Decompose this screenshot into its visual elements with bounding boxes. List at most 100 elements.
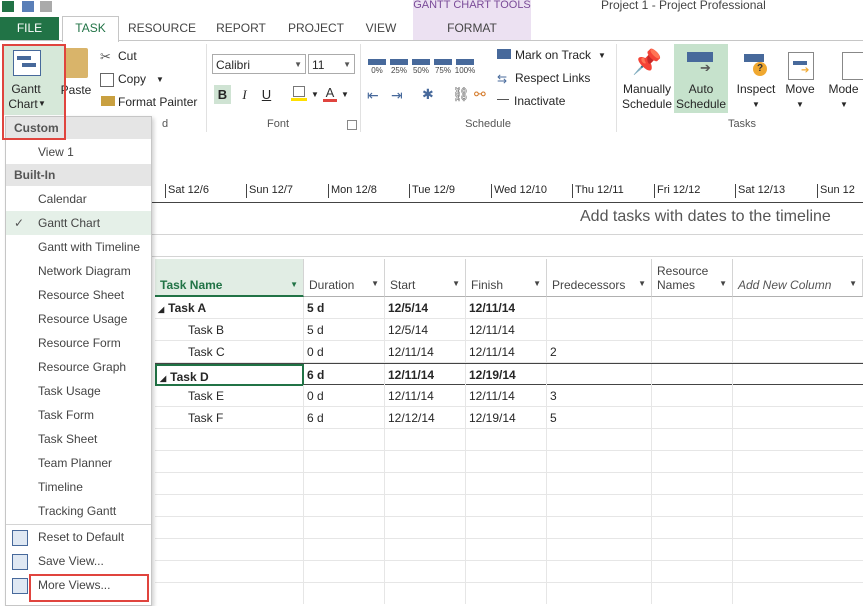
cut-button[interactable]: Cut	[118, 49, 137, 63]
table-row[interactable]: Task E 0 d 12/11/14 12/11/14 3	[155, 385, 863, 407]
column-header-start[interactable]: Start ▼	[385, 259, 466, 297]
underline-button[interactable]: U	[258, 85, 275, 104]
predecessors-cell[interactable]: 3	[547, 385, 652, 407]
bold-button[interactable]: B	[214, 85, 231, 104]
duration-cell[interactable]: 5 d	[304, 319, 385, 341]
resource-cell[interactable]	[652, 319, 733, 341]
menu-item-network-diagram[interactable]: Network Diagram	[6, 259, 151, 283]
predecessors-cell[interactable]	[547, 297, 652, 319]
save-icon[interactable]	[22, 1, 34, 12]
resource-cell[interactable]	[652, 407, 733, 429]
table-row[interactable]: Task B 5 d 12/5/14 12/11/14	[155, 319, 863, 341]
predecessors-cell[interactable]: 5	[547, 407, 652, 429]
resource-cell[interactable]	[652, 385, 733, 407]
task-name-cell[interactable]: Task E	[155, 385, 304, 407]
chevron-down-icon[interactable]: ▼	[719, 279, 727, 288]
highlight-color-icon[interactable]	[291, 86, 307, 101]
menu-item-task-usage[interactable]: Task Usage	[6, 379, 151, 403]
move-button[interactable]: Move	[782, 82, 818, 97]
italic-button[interactable]: I	[236, 85, 253, 104]
task-name-cell-selected[interactable]: ◢ Task D	[155, 364, 304, 386]
chevron-down-icon[interactable]: ▼	[752, 100, 760, 109]
duration-cell[interactable]: 0 d	[304, 385, 385, 407]
chevron-down-icon[interactable]: ▼	[311, 90, 319, 99]
tab-resource[interactable]: RESOURCE	[124, 17, 200, 40]
menu-item-timeline[interactable]: Timeline	[6, 475, 151, 499]
column-header-predecessors[interactable]: Predecessors ▼	[547, 259, 652, 297]
dialog-launcher-icon[interactable]	[347, 120, 357, 130]
tab-format[interactable]: FORMAT	[413, 17, 531, 40]
menu-item-calendar[interactable]: Calendar	[6, 187, 151, 211]
twentyfive-percent-button[interactable]: 25%	[388, 57, 410, 75]
menu-item-resource-graph[interactable]: Resource Graph	[6, 355, 151, 379]
predecessors-cell[interactable]: 2	[547, 341, 652, 363]
collapse-triangle-icon[interactable]: ◢	[160, 374, 166, 383]
task-name-cell[interactable]: Task F	[155, 407, 304, 429]
zero-percent-button[interactable]: 0%	[366, 57, 388, 75]
task-name-cell[interactable]: Task B	[155, 319, 304, 341]
chevron-down-icon[interactable]: ▼	[452, 279, 460, 288]
duration-cell[interactable]: 6 d	[304, 407, 385, 429]
tab-view[interactable]: VIEW	[358, 17, 404, 40]
task-name-cell[interactable]: Task C	[155, 341, 304, 363]
menu-item-reset-to-default[interactable]: Reset to Default	[6, 525, 151, 549]
duration-cell[interactable]: 0 d	[304, 341, 385, 363]
tab-task[interactable]: TASK	[62, 16, 119, 42]
column-header-duration[interactable]: Duration ▼	[304, 259, 385, 297]
finish-cell[interactable]: 12/11/14	[466, 341, 547, 363]
chevron-down-icon[interactable]: ▼	[371, 279, 379, 288]
resource-cell[interactable]	[652, 341, 733, 363]
menu-item-task-sheet[interactable]: Task Sheet	[6, 427, 151, 451]
tab-project[interactable]: PROJECT	[281, 17, 351, 40]
chevron-down-icon[interactable]: ▼	[840, 100, 848, 109]
finish-cell[interactable]: 12/11/14	[466, 385, 547, 407]
finish-cell[interactable]: 12/19/14	[466, 364, 547, 386]
menu-item-resource-sheet[interactable]: Resource Sheet	[6, 283, 151, 307]
menu-item-save-view[interactable]: Save View...	[6, 549, 151, 573]
menu-item-resource-usage[interactable]: Resource Usage	[6, 307, 151, 331]
font-family-select[interactable]: Calibri ▼	[212, 54, 306, 74]
indent-icon[interactable]: ⇥	[391, 87, 403, 104]
auto-schedule-button[interactable]: ➔ Auto Schedule	[674, 44, 728, 113]
copy-button[interactable]: Copy	[118, 72, 146, 86]
unlink-icon[interactable]: ⚯	[474, 86, 486, 103]
resource-cell[interactable]	[652, 364, 733, 386]
undo-icon[interactable]	[40, 1, 52, 12]
menu-item-tracking-gantt[interactable]: Tracking Gantt	[6, 499, 151, 523]
start-cell[interactable]: 12/12/14	[385, 407, 466, 429]
mode-button[interactable]: Mode	[824, 82, 863, 97]
tab-file[interactable]: FILE	[0, 17, 59, 40]
menu-item-team-planner[interactable]: Team Planner	[6, 451, 151, 475]
duration-cell[interactable]: 6 d	[304, 364, 385, 386]
finish-cell[interactable]: 12/19/14	[466, 407, 547, 429]
table-row-selected[interactable]: ◢ Task D 6 d 12/11/14 12/19/14	[155, 363, 863, 386]
inactivate-button[interactable]: Inactivate	[514, 94, 565, 108]
resource-cell[interactable]	[652, 297, 733, 319]
manually-schedule-button[interactable]: Manually Schedule	[620, 82, 674, 112]
font-color-icon[interactable]: A	[323, 85, 337, 100]
column-header-resource-names[interactable]: Resource Names ▼	[652, 259, 733, 297]
start-cell[interactable]: 12/5/14	[385, 297, 466, 319]
inspect-button[interactable]: Inspect	[736, 82, 776, 97]
predecessors-cell[interactable]	[547, 319, 652, 341]
predecessors-cell[interactable]	[547, 364, 652, 386]
empty-rows[interactable]	[155, 429, 863, 604]
chevron-down-icon[interactable]: ▼	[598, 51, 606, 60]
chevron-down-icon[interactable]: ▼	[849, 279, 857, 288]
start-cell[interactable]: 12/11/14	[385, 341, 466, 363]
mark-on-track-button[interactable]: Mark on Track	[515, 48, 591, 62]
chevron-down-icon[interactable]: ▼	[796, 100, 804, 109]
format-painter-button[interactable]: Format Painter	[118, 95, 197, 109]
duration-cell[interactable]: 5 d	[304, 297, 385, 319]
start-cell[interactable]: 12/11/14	[385, 364, 466, 386]
chevron-down-icon[interactable]: ▼	[533, 279, 541, 288]
chevron-down-icon[interactable]: ▼	[638, 279, 646, 288]
column-header-task-name[interactable]: Task Name ▼	[155, 259, 304, 297]
finish-cell[interactable]: 12/11/14	[466, 297, 547, 319]
chevron-down-icon[interactable]: ▼	[156, 75, 164, 84]
start-cell[interactable]: 12/5/14	[385, 319, 466, 341]
start-cell[interactable]: 12/11/14	[385, 385, 466, 407]
respect-links-button[interactable]: Respect Links	[515, 71, 590, 85]
menu-item-resource-form[interactable]: Resource Form	[6, 331, 151, 355]
finish-cell[interactable]: 12/11/14	[466, 319, 547, 341]
